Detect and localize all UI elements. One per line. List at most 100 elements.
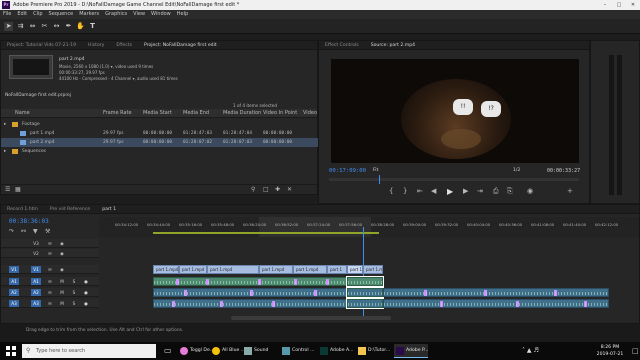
selection-tool-icon[interactable]: ➤ bbox=[4, 22, 13, 31]
eye-icon[interactable]: ◉ bbox=[57, 250, 67, 257]
tray-chevron-icon[interactable]: ˄ bbox=[522, 347, 525, 354]
add-button-icon[interactable]: + bbox=[567, 187, 573, 195]
tab-project-tutorial[interactable]: Project: Tutorial Vids 07-21-19 bbox=[1, 41, 82, 49]
mark-in-icon[interactable]: { bbox=[389, 187, 393, 195]
sync-lock-icon[interactable]: ☷ bbox=[45, 266, 55, 273]
tab-effects[interactable]: Effects bbox=[110, 41, 138, 49]
menu-edit[interactable]: Edit bbox=[14, 10, 30, 19]
linked-selection-icon[interactable]: ⚯ bbox=[21, 228, 26, 235]
close-icon[interactable]: ✕ bbox=[626, 0, 640, 10]
menu-sequence[interactable]: Sequence bbox=[46, 10, 77, 19]
source-scrubber[interactable] bbox=[329, 175, 579, 184]
snap-icon[interactable]: ↷ bbox=[9, 228, 14, 235]
track-label-a1[interactable]: A1 bbox=[31, 278, 41, 285]
track-label-v1[interactable]: V1 bbox=[31, 266, 41, 273]
marker-icon[interactable]: ▼ bbox=[33, 228, 38, 235]
video-clip[interactable]: part 1.mp4 bbox=[293, 265, 327, 274]
ripple-edit-tool-icon[interactable]: ⇔ bbox=[28, 22, 37, 31]
pen-tool-icon[interactable]: ✒ bbox=[64, 22, 73, 31]
new-item-icon[interactable]: ✚ bbox=[275, 186, 280, 193]
timeline-scrollbar[interactable] bbox=[231, 316, 391, 320]
col-name[interactable]: Name bbox=[15, 110, 30, 116]
minimize-icon[interactable]: – bbox=[598, 0, 612, 10]
timeline-ruler[interactable]: 00:34:12:00 00:34:44:00 00:35:16:00 00:3… bbox=[99, 217, 639, 237]
type-tool-icon[interactable]: T bbox=[88, 22, 97, 31]
taskbar-app-toggl[interactable]: Toggl De... bbox=[178, 344, 214, 358]
windows-start-icon[interactable] bbox=[6, 346, 16, 356]
menu-file[interactable]: File bbox=[0, 10, 14, 19]
mute-button[interactable]: M bbox=[57, 289, 67, 296]
solo-button[interactable]: S bbox=[69, 300, 79, 307]
tab-record[interactable]: Record 1.htm bbox=[1, 205, 44, 213]
search-icon[interactable]: ⚲ bbox=[251, 186, 255, 193]
notifications-icon[interactable]: □ bbox=[632, 344, 639, 358]
play-icon[interactable]: ▶ bbox=[447, 187, 453, 196]
menu-help[interactable]: Help bbox=[174, 10, 191, 19]
menu-markers[interactable]: Markers bbox=[76, 10, 102, 19]
tab-source-part2[interactable]: Source: part 2.mp4 bbox=[365, 41, 421, 49]
mute-button[interactable]: M bbox=[57, 278, 67, 285]
taskbar-app-sound[interactable]: Sound bbox=[242, 344, 268, 358]
track-label-a2[interactable]: A2 bbox=[31, 289, 41, 296]
audio-clip-a2[interactable] bbox=[153, 288, 347, 297]
col-media-end[interactable]: Media End bbox=[183, 110, 209, 116]
sync-lock-icon[interactable]: ☷ bbox=[45, 289, 55, 296]
maximize-icon[interactable]: □ bbox=[612, 0, 626, 10]
taskbar-app-premiere[interactable]: Adobe P... bbox=[394, 344, 429, 358]
track-target-a2[interactable]: A2 bbox=[9, 289, 19, 296]
taskbar-app-control[interactable]: Control ... bbox=[280, 344, 314, 358]
sync-lock-icon[interactable]: ☷ bbox=[45, 278, 55, 285]
go-to-out-icon[interactable]: ⇥ bbox=[477, 187, 483, 195]
step-back-icon[interactable]: ◀ bbox=[431, 187, 436, 195]
video-clip[interactable]: part 1 bbox=[327, 265, 347, 274]
delete-icon[interactable]: ✕ bbox=[287, 186, 292, 193]
col-media-duration[interactable]: Media Duration bbox=[223, 110, 261, 116]
video-clip[interactable]: part 1.mp4 bbox=[363, 265, 383, 274]
go-to-in-icon[interactable]: ⇤ bbox=[417, 187, 423, 195]
list-item-part1[interactable]: part 1.mp4 29.97 fps 00:00:00:00 01:28:4… bbox=[1, 129, 318, 138]
audio-clip-a3-tail[interactable] bbox=[383, 299, 609, 308]
list-view-icon[interactable]: ☰ bbox=[5, 186, 10, 193]
mic-icon[interactable]: ● bbox=[81, 278, 91, 285]
insert-icon[interactable]: ⎙ bbox=[493, 187, 499, 196]
track-target-v1[interactable]: V1 bbox=[9, 266, 19, 273]
list-item-sequences[interactable]: ▸ Sequences bbox=[1, 147, 318, 156]
track-label-v3[interactable]: V3 bbox=[31, 240, 41, 247]
task-view-icon[interactable]: ▭ bbox=[164, 344, 172, 358]
menu-clip[interactable]: Clip bbox=[30, 10, 45, 19]
wrench-icon[interactable]: ⚒ bbox=[45, 228, 50, 235]
source-timecode[interactable]: 00:17:09:00 bbox=[329, 168, 366, 174]
menu-view[interactable]: View bbox=[130, 10, 148, 19]
slip-tool-icon[interactable]: ↔ bbox=[52, 22, 61, 31]
audio-clip-a1[interactable] bbox=[153, 277, 347, 286]
icon-view-icon[interactable]: ▦ bbox=[15, 186, 21, 193]
sync-lock-icon[interactable]: ☷ bbox=[45, 250, 55, 257]
folder-new-icon[interactable]: □ bbox=[263, 186, 269, 193]
tab-project-nofalldamage[interactable]: Project: NoFallDamage first edit bbox=[138, 41, 223, 49]
taskbar-search-input[interactable]: ⚲ Type here to search bbox=[22, 344, 156, 358]
clock[interactable]: 8:26 PM 2019-07-21 bbox=[590, 344, 630, 358]
taskbar-app-explorer[interactable]: D:\Tutor... bbox=[356, 344, 390, 358]
mic-icon[interactable]: ● bbox=[81, 289, 91, 296]
fit-dropdown[interactable]: Fit bbox=[373, 168, 378, 173]
audio-clip-a2-selected[interactable] bbox=[346, 287, 384, 298]
eye-icon[interactable]: ◉ bbox=[57, 266, 67, 273]
timeline-timecode[interactable]: 00:38:36:03 bbox=[9, 218, 49, 225]
sync-lock-icon[interactable]: ☷ bbox=[45, 240, 55, 247]
video-clip[interactable]: part 1.mp4 bbox=[259, 265, 293, 274]
list-item-footage[interactable]: ▸ Footage bbox=[1, 120, 318, 129]
audio-clip-a3[interactable] bbox=[153, 299, 347, 308]
taskbar-app-adobe-audition[interactable]: Adobe A... bbox=[318, 344, 353, 358]
sync-lock-icon[interactable]: ☷ bbox=[45, 300, 55, 307]
tab-history[interactable]: History bbox=[82, 41, 110, 49]
mute-button[interactable]: M bbox=[57, 300, 67, 307]
col-video-in[interactable]: Video In Point bbox=[263, 110, 297, 116]
export-frame-icon[interactable]: ◉ bbox=[527, 187, 533, 195]
col-frame-rate[interactable]: Frame Rate bbox=[103, 110, 132, 116]
audio-clip-a2-tail[interactable] bbox=[383, 288, 609, 297]
video-clip[interactable]: part 1.mp4 bbox=[207, 265, 259, 274]
solo-button[interactable]: S bbox=[69, 278, 79, 285]
list-item-part2[interactable]: part 2.mp4 29.97 fps 00:00:00:00 01:28:0… bbox=[1, 138, 318, 147]
video-clip-selected[interactable]: part 1 bbox=[347, 265, 363, 274]
hand-tool-icon[interactable]: ✋ bbox=[76, 22, 85, 31]
